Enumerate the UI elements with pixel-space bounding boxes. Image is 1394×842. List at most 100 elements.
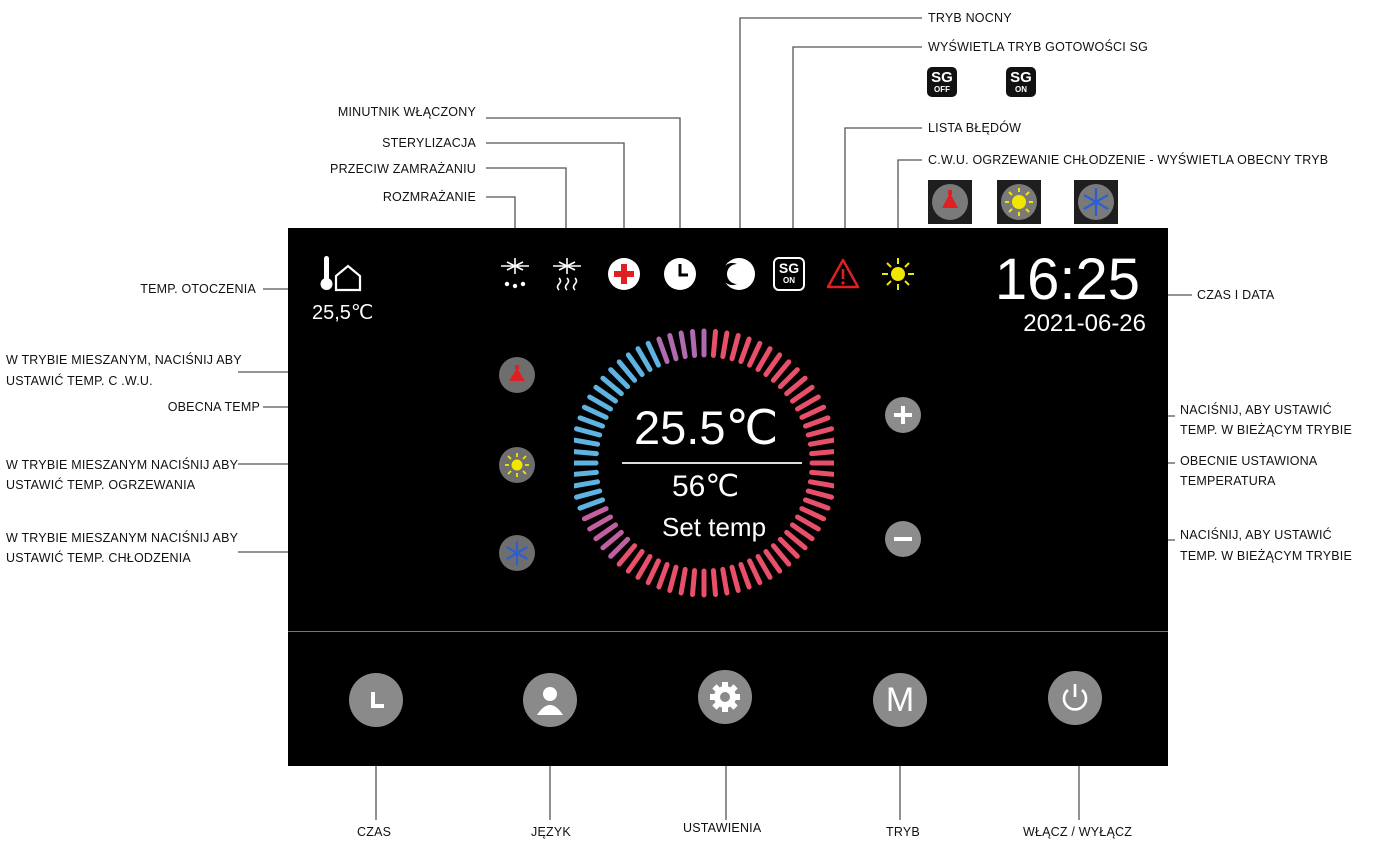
label-sterilization: STERYLIZACJA <box>382 136 476 150</box>
mode-button-letter: M <box>885 680 915 719</box>
settings-button[interactable] <box>698 670 752 724</box>
plus-icon <box>894 406 912 424</box>
status-sg-bottom-text: ON <box>783 276 795 285</box>
dial-tick <box>795 394 821 412</box>
dial-tick <box>577 415 605 429</box>
dial-tick <box>805 426 834 438</box>
time-button[interactable] <box>349 673 403 727</box>
label-mixed-heat-1: W TRYBIE MIESZANYM NACIŚNIJ ABY <box>6 458 239 472</box>
night-mode-icon <box>719 254 759 294</box>
minus-button[interactable] <box>885 521 921 557</box>
dial-tick <box>807 479 834 489</box>
status-sg-top-text: SG <box>778 260 800 276</box>
current-temp-value: 25.5℃ <box>634 401 779 454</box>
label-mixed-cool-2: USTAWIĆ TEMP. CHŁODZENIA <box>6 551 191 565</box>
dial-tick <box>574 449 599 457</box>
dial-tick <box>574 479 601 489</box>
dial-tick <box>729 564 741 593</box>
dial-tick <box>803 497 831 511</box>
dial-tick <box>720 330 730 360</box>
controller-screen: 25,5℃ SG ON 16:25 2021-06-26 25.5℃ 56℃ S… <box>288 228 1168 766</box>
set-temp-label: Set temp <box>662 512 767 542</box>
label-defrost: ROZMRAŻANIE <box>382 190 476 204</box>
tap-icon <box>509 365 525 381</box>
label-antifreeze: PRZECIW ZAMRAŻANIU <box>330 162 476 176</box>
label-time-date: CZAS I DATA <box>1197 288 1275 302</box>
mode-cooling-image <box>1074 180 1118 224</box>
dial-tick <box>710 329 718 358</box>
power-button[interactable] <box>1048 671 1102 725</box>
dial-separator <box>622 462 802 464</box>
dial-tick <box>574 426 603 438</box>
mode-dhw-image <box>928 180 972 224</box>
minus-icon <box>894 537 912 541</box>
set-temp-value: 56℃ <box>672 470 740 503</box>
sg-on-badge: SG ON <box>1006 67 1036 97</box>
label-night-mode: TRYB NOCNY <box>928 11 1012 25</box>
sg-on-top-text: SG <box>1010 69 1032 86</box>
label-minus-1: NACIŚNIJ, ABY USTAWIĆ <box>1180 528 1332 542</box>
dial-tick <box>720 566 730 596</box>
mode-button[interactable]: M <box>873 673 927 727</box>
dial-tick <box>574 488 603 500</box>
plus-button[interactable] <box>885 397 921 433</box>
dial-tick <box>667 333 679 362</box>
sg-off-top-text: SG <box>931 69 953 86</box>
dial-tick <box>635 346 653 372</box>
dial-tick <box>574 437 601 447</box>
snowflake-icon <box>506 541 528 565</box>
dial-tick <box>807 437 834 447</box>
sg-off-bottom-text: OFF <box>934 85 950 94</box>
label-set-temp-2: TEMPERATURA <box>1180 474 1276 488</box>
ambient-temp-value: 25,5℃ <box>312 302 374 324</box>
label-mode: TRYB <box>886 825 920 839</box>
error-icon <box>823 254 863 294</box>
label-current-temp: OBECNA TEMP <box>167 400 260 414</box>
dial-tick <box>755 346 773 372</box>
dial-tick <box>667 564 679 593</box>
dial-tick <box>587 394 613 412</box>
dial-tick <box>581 404 609 420</box>
thermometer-house-icon <box>316 254 376 294</box>
clock-icon <box>371 692 384 708</box>
label-minus-2: TEMP. W BIEŻĄCYM TRYBIE <box>1180 549 1352 563</box>
language-button[interactable] <box>523 673 577 727</box>
dial-tick <box>729 333 741 362</box>
dial-tick <box>799 506 827 522</box>
dial-tick <box>577 497 605 511</box>
gear-icon <box>710 682 740 712</box>
cooling-mode-button[interactable] <box>499 535 535 571</box>
heating-sun-icon <box>505 453 529 477</box>
dial-tick <box>690 568 698 597</box>
dhw-mode-button[interactable] <box>499 357 535 393</box>
label-settings: USTAWIENIA <box>683 821 762 835</box>
dial-tick <box>587 514 613 532</box>
timer-icon <box>660 254 700 294</box>
sg-icon: SG ON <box>769 254 809 294</box>
label-mixed-heat-2: USTAWIĆ TEMP. OGRZEWANIA <box>6 478 196 492</box>
dial-tick <box>635 554 653 580</box>
label-ambient-temp: TEMP. OTOCZENIA <box>140 282 256 296</box>
dial-tick <box>805 488 834 500</box>
dial-tick <box>738 562 752 590</box>
user-icon <box>537 687 563 715</box>
dial-tick <box>678 330 688 360</box>
dial-tick <box>795 514 821 532</box>
dial-tick <box>645 558 661 586</box>
heating-mode-button[interactable] <box>499 447 535 483</box>
clock-time: 16:25 <box>994 247 1140 312</box>
dial-tick <box>809 449 834 457</box>
dial-tick <box>678 566 688 596</box>
dial-tick <box>656 336 670 364</box>
dial-tick <box>710 568 718 597</box>
dial-tick <box>803 415 831 429</box>
dial-tick <box>656 562 670 590</box>
label-sg-display: WYŚWIETLA TRYB GOTOWOŚCI SG <box>928 40 1149 54</box>
label-mixed-cool-1: W TRYBIE MIESZANYM NACIŚNIJ ABY <box>6 531 239 545</box>
dial-tick <box>755 554 773 580</box>
label-time: CZAS <box>357 825 392 839</box>
dial-tick <box>574 469 599 477</box>
sun-icon <box>878 254 918 294</box>
label-mixed-dhw-1: W TRYBIE MIESZANYM, NACIŚNIJ ABY <box>6 353 242 367</box>
defrost-icon <box>495 254 535 294</box>
